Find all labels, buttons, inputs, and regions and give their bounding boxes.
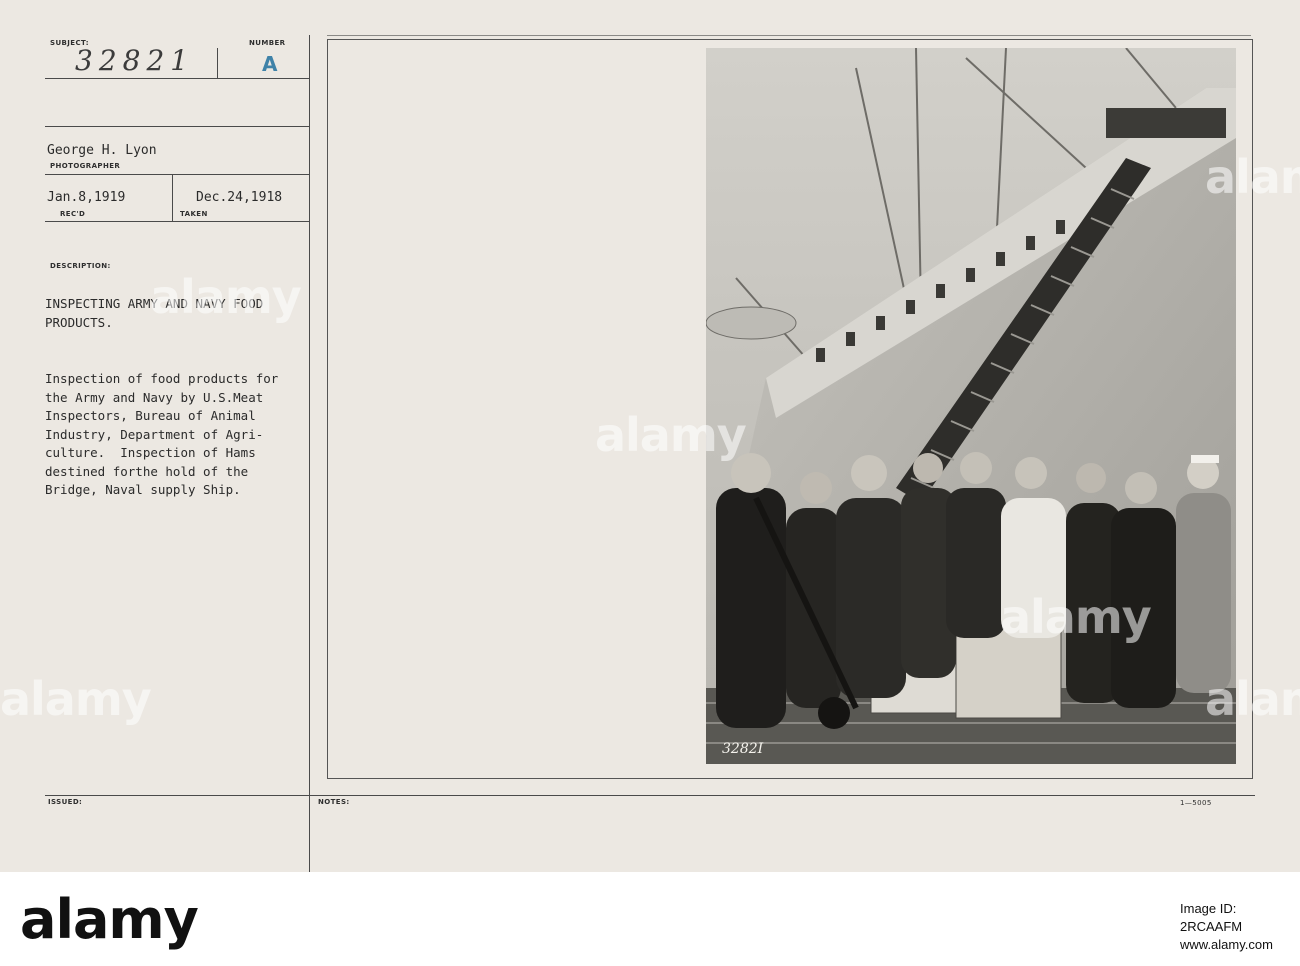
divider-subject-number [217, 48, 218, 78]
description-body: Inspection of food products for the Army… [45, 371, 279, 497]
stock-strip: alamy Image ID: 2RCAAFM www.alamy.com [0, 872, 1300, 966]
form-number: 1—5005 [1180, 799, 1212, 807]
stock-url[interactable]: www.alamy.com [1180, 936, 1300, 954]
divider-row4 [45, 221, 309, 222]
archive-card: SUBJECT: 32821 NUMBER A George H. Lyon P… [0, 0, 1300, 873]
received-date: Jan.8,1919 [47, 190, 126, 205]
lifeboat [706, 306, 797, 340]
divider-top-right [327, 35, 1251, 36]
watermark-right-top: alamy [1205, 150, 1300, 204]
divider-row3 [45, 174, 309, 175]
ship-and-crew-illustration [706, 48, 1236, 764]
watermark-center: alamy [595, 408, 747, 462]
image-id: Image ID: 2RCAAFM [1180, 901, 1243, 934]
watermark-left-top: alamy [150, 270, 302, 324]
hand-truck-wheel [818, 697, 850, 729]
divider-row2 [45, 126, 309, 127]
number-label: NUMBER [249, 39, 286, 47]
photographer-label: PHOTOGRAPHER [50, 162, 121, 170]
photo-negative-number: 3282I [722, 741, 764, 757]
subject-value: 32821 [75, 44, 195, 77]
divider-row1 [45, 78, 309, 79]
taken-label: TAKEN [180, 210, 208, 218]
divider-bottom [45, 795, 1255, 796]
taken-date: Dec.24,1918 [196, 190, 283, 205]
description-label: DESCRIPTION: [50, 262, 111, 270]
notes-label: NOTES: [318, 798, 350, 806]
stock-logo[interactable]: alamy [20, 888, 199, 951]
watermark-center-bottom: alamy [1000, 590, 1152, 644]
number-value: A [262, 52, 278, 76]
image-id-block: Image ID: 2RCAAFM www.alamy.com [1180, 900, 1300, 954]
photograph: 3282I [706, 48, 1236, 764]
received-label: REC'D [60, 210, 86, 218]
photographer-name: George H. Lyon [47, 143, 157, 158]
divider-dates [172, 174, 173, 221]
watermark-left-bottom: alamy [0, 672, 152, 726]
watermark-right-bottom: alamy [1205, 672, 1300, 726]
issued-label: ISSUED: [48, 798, 83, 806]
